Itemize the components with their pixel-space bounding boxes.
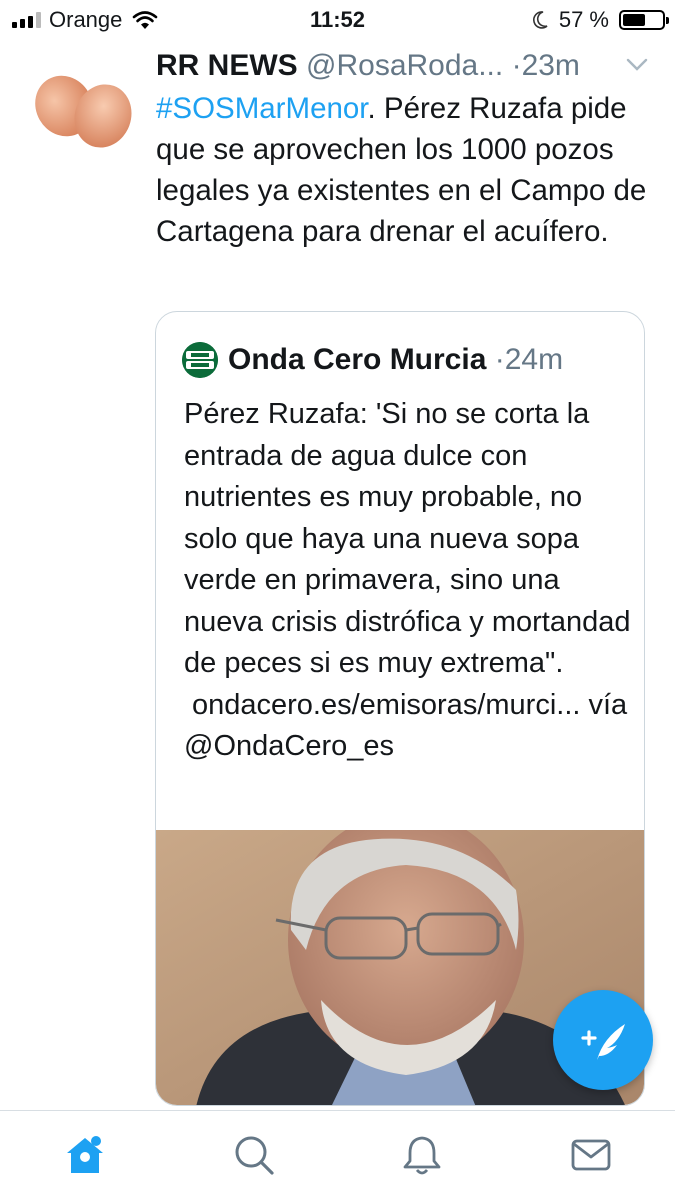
status-bar: Orange 11:52 57 % <box>0 0 675 40</box>
hashtag-link[interactable]: #SOSMarMenor <box>156 92 368 125</box>
moon-icon <box>532 11 548 29</box>
tweet-header: RR NEWS @RosaRoda... ·23m <box>156 44 656 88</box>
tab-search[interactable] <box>232 1133 276 1177</box>
quote-link[interactable]: ondacero.es/emisoras/murci... vía @OndaC… <box>184 689 627 763</box>
chevron-down-icon[interactable] <box>626 58 648 72</box>
bell-icon <box>403 1136 441 1175</box>
quote-time: 24m <box>504 343 564 376</box>
tweet-time: 23m <box>521 49 580 82</box>
quote-author-name[interactable]: Onda Cero Murcia <box>228 343 486 376</box>
quoted-tweet-card[interactable]: Onda Cero Murcia ·24m Pérez Ruzafa: 'Si … <box>155 311 645 1106</box>
onda-cero-logo <box>182 342 218 378</box>
compose-tweet-button[interactable] <box>553 990 653 1090</box>
tab-messages[interactable] <box>569 1133 613 1177</box>
avatar[interactable] <box>28 58 140 170</box>
tab-bar <box>0 1110 675 1200</box>
quote-text: Pérez Ruzafa: 'Si no se corta la entrada… <box>184 394 634 768</box>
tweet-separator: · <box>503 49 522 82</box>
quote-body: Pérez Ruzafa: 'Si no se corta la entrada… <box>184 398 631 679</box>
search-icon <box>235 1136 274 1175</box>
home-icon <box>67 1136 103 1173</box>
quote-header: Onda Cero Murcia ·24m <box>228 338 563 382</box>
author-name[interactable]: RR NEWS <box>156 49 298 82</box>
quote-separator: · <box>494 343 505 376</box>
battery-icon <box>619 10 669 30</box>
compose-icon <box>581 1024 625 1060</box>
mail-icon <box>571 1139 611 1171</box>
author-handle[interactable]: @RosaRoda... <box>306 49 503 82</box>
tab-home[interactable] <box>63 1133 107 1177</box>
tweet-text: #SOSMarMenor. Pérez Ruzafa pide que se a… <box>156 88 656 252</box>
battery-percent: 57 % <box>558 7 609 32</box>
tab-notifications[interactable] <box>400 1133 444 1177</box>
